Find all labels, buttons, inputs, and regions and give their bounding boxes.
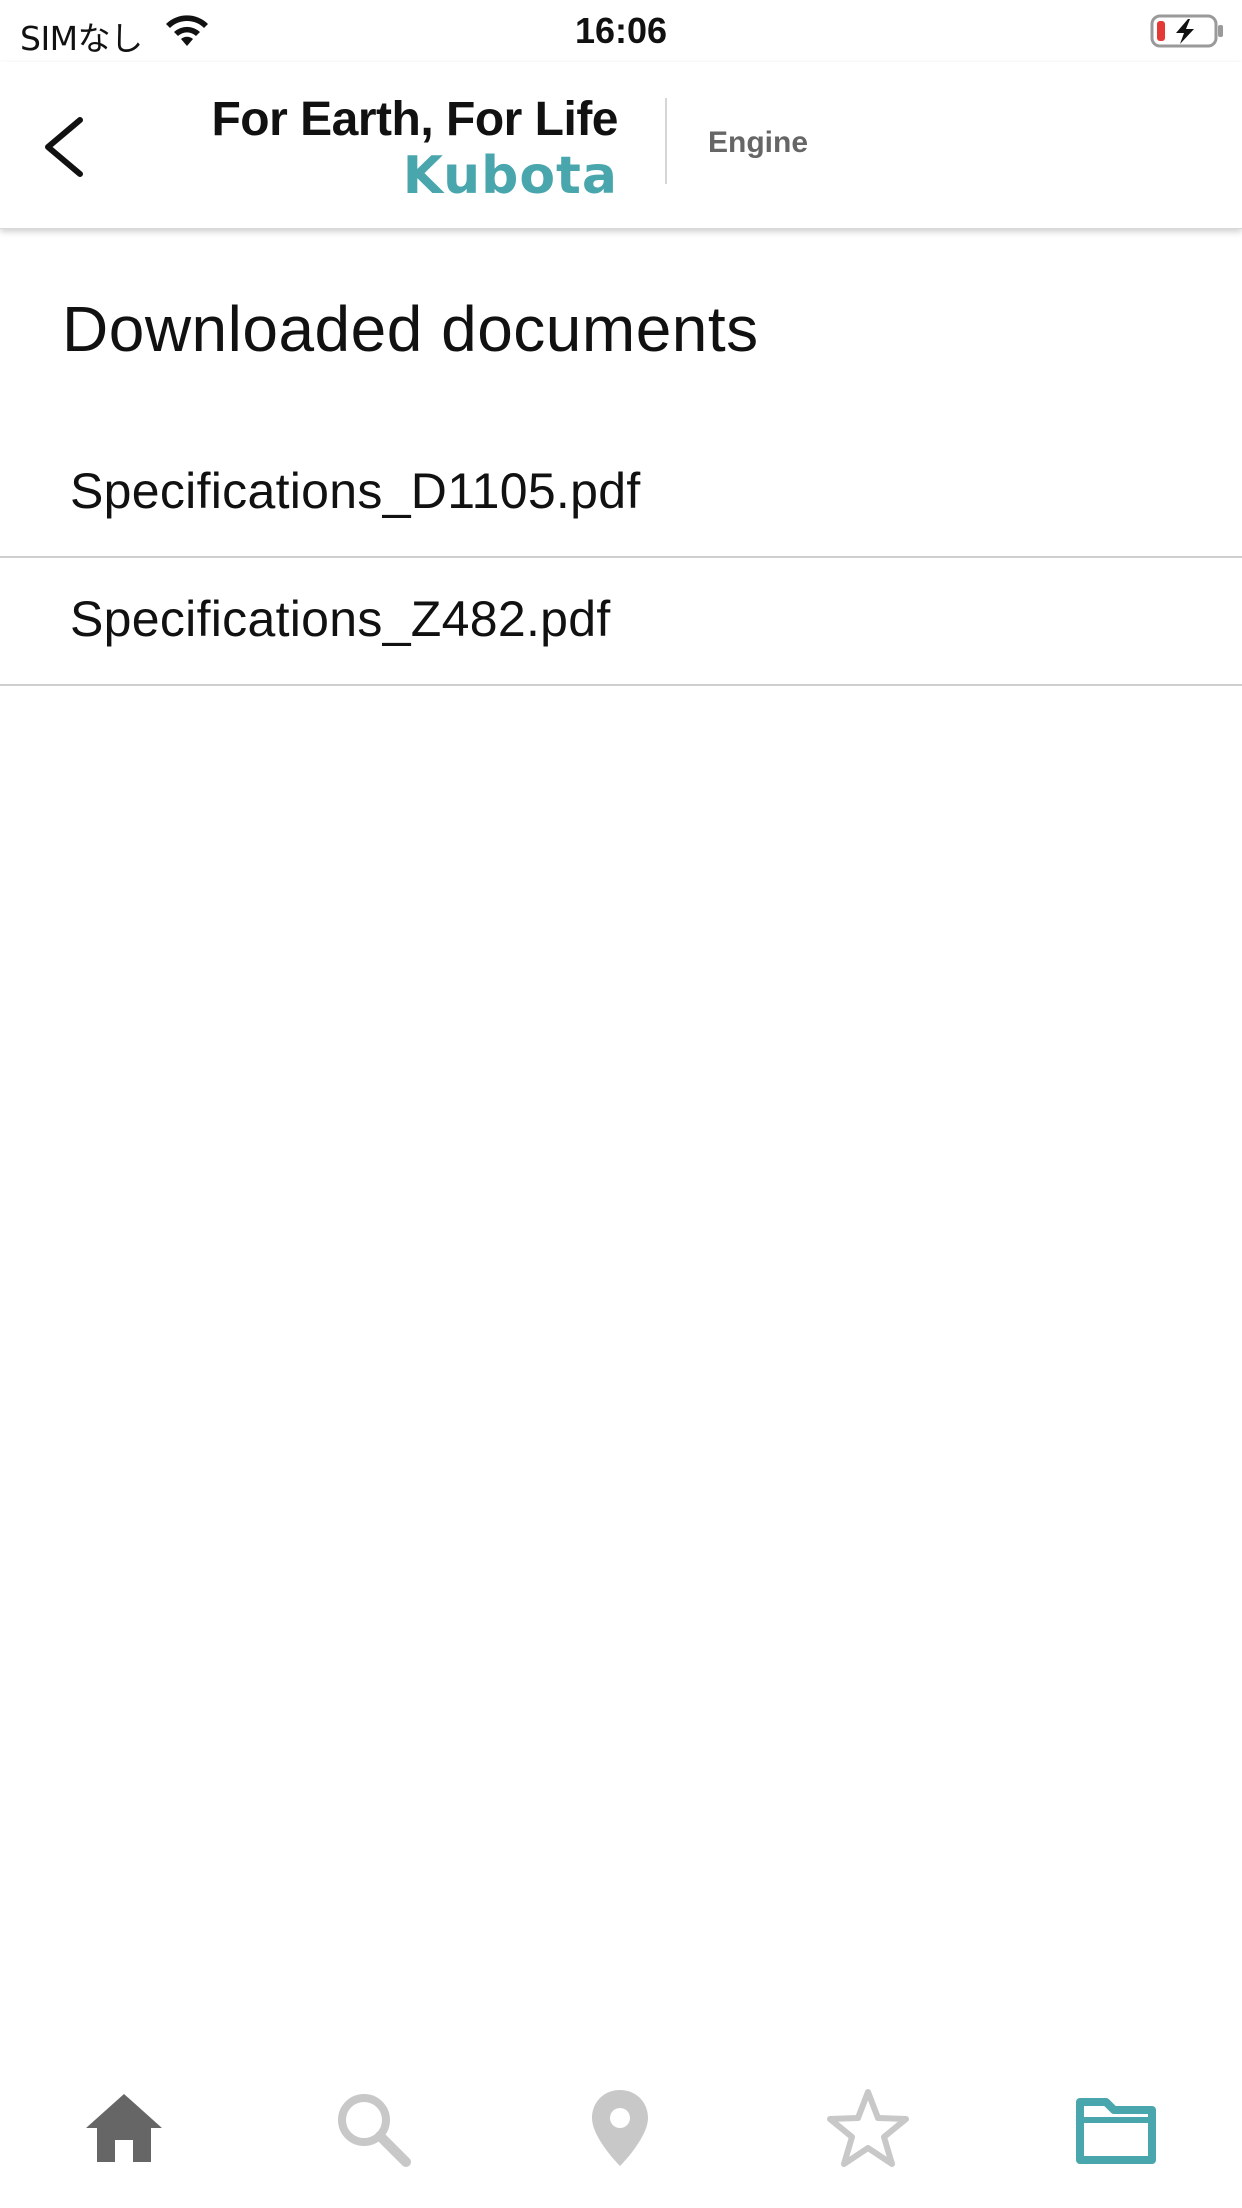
page-title: Downloaded documents [62, 293, 759, 365]
document-item[interactable]: Specifications_D1105.pdf [0, 430, 1242, 558]
kubota-logo: Kubota [402, 146, 618, 206]
status-time: 16:06 [574, 10, 668, 51]
document-name: Specifications_Z482.pdf [70, 591, 611, 647]
folder-icon [1076, 2098, 1156, 2164]
document-name: Specifications_D1105.pdf [70, 463, 641, 519]
document-item[interactable]: Specifications_Z482.pdf [0, 558, 1242, 686]
tab-favorites[interactable] [818, 2078, 918, 2178]
document-list: Specifications_D1105.pdf Specifications_… [0, 430, 1242, 686]
app-header: For Earth, For Life Kubota Engine [0, 62, 1242, 229]
home-icon [86, 2094, 162, 2162]
search-icon [338, 2094, 411, 2167]
location-pin-icon [592, 2090, 648, 2166]
battery-charging-icon [1150, 14, 1223, 48]
tab-search[interactable] [322, 2078, 422, 2178]
header-divider [665, 98, 667, 184]
status-bar: SIMなし 16:06 [0, 0, 1242, 62]
back-button[interactable] [30, 102, 100, 192]
tab-bar [0, 2050, 1242, 2208]
tab-downloads[interactable] [1066, 2078, 1166, 2178]
star-icon [827, 2089, 909, 2167]
tab-location[interactable] [570, 2078, 670, 2178]
brand-slogan: For Earth, For Life [211, 93, 618, 146]
header-category: Engine [708, 126, 809, 159]
tab-home[interactable] [74, 2078, 174, 2178]
